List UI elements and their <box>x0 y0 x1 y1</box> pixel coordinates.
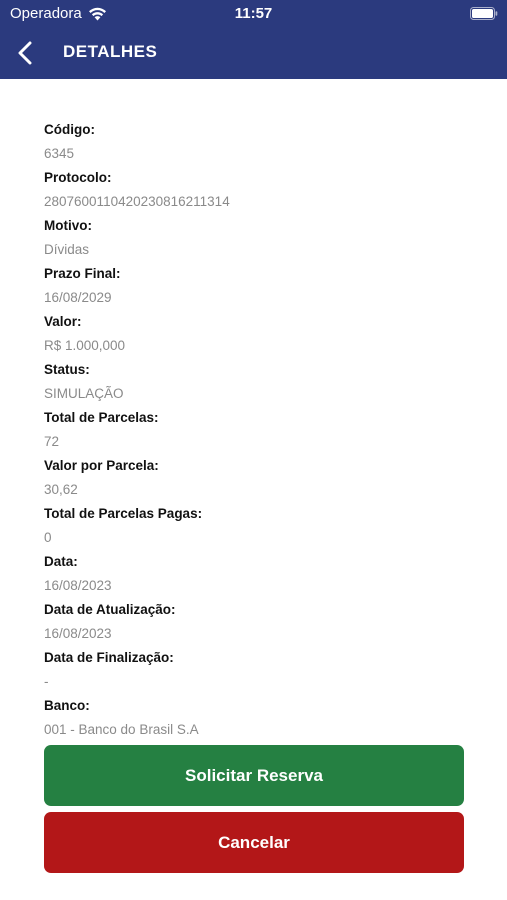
field-parcelas-pagas: Total de Parcelas Pagas: 0 <box>44 502 474 550</box>
field-data-atualizacao: Data de Atualização: 16/08/2023 <box>44 598 474 646</box>
field-value: 28076001104202308162113​14 <box>44 194 230 209</box>
field-banco: Banco: 001 - Banco do Brasil S.A <box>44 694 474 742</box>
cancel-button[interactable]: Cancelar <box>44 812 464 873</box>
request-reservation-button[interactable]: Solicitar Reserva <box>44 745 464 806</box>
field-value: 16/08/2029 <box>44 290 112 305</box>
nav-bar: DETALHES <box>0 28 507 79</box>
field-label: Banco: <box>44 698 90 713</box>
field-value: 001 - Banco do Brasil S.A <box>44 722 199 737</box>
back-button[interactable] <box>8 36 42 70</box>
field-prazo-final: Prazo Final: 16/08/2029 <box>44 262 474 310</box>
field-value: Dívidas <box>44 242 90 257</box>
field-protocolo: Protocolo: 28076001104202308162113​14 <box>44 166 474 214</box>
field-label: Data de Finalização: <box>44 650 174 665</box>
field-label: Valor: <box>44 314 82 329</box>
field-label: Status: <box>44 362 90 377</box>
field-label: Código: <box>44 122 95 137</box>
app-header: Operadora 11:57 DETALHES <box>0 0 507 79</box>
field-value: 30,62 <box>44 482 78 497</box>
field-value: 72 <box>44 434 60 449</box>
field-label: Prazo Final: <box>44 266 121 281</box>
field-value: 16/08/2023 <box>44 626 112 641</box>
field-motivo: Motivo: Dívidas <box>44 214 474 262</box>
field-codigo: Código: 6345 <box>44 118 474 166</box>
field-label: Valor por Parcela: <box>44 458 159 473</box>
field-data: Data: 16/08/2023 <box>44 550 474 598</box>
field-data-finalizacao: Data de Finalização: - <box>44 646 474 694</box>
field-value: R$ 1.000,000 <box>44 338 126 353</box>
field-label: Total de Parcelas: <box>44 410 159 425</box>
field-label: Motivo: <box>44 218 92 233</box>
chevron-left-icon <box>18 41 32 65</box>
field-value: 6345 <box>44 146 75 161</box>
field-value: 0 <box>44 530 52 545</box>
field-total-parcelas: Total de Parcelas: 72 <box>44 406 474 454</box>
field-value: 16/08/2023 <box>44 578 112 593</box>
page-title: DETALHES <box>63 42 158 61</box>
field-label: Data: <box>44 554 78 569</box>
status-bar: Operadora 11:57 <box>0 0 507 28</box>
field-value: SIMULAÇÃO <box>44 386 124 401</box>
details-list: Código: 6345 Protocolo: 2807600110420230… <box>44 118 474 742</box>
battery-icon <box>470 7 498 20</box>
field-valor-parcela: Valor por Parcela: 30,62 <box>44 454 474 502</box>
field-value: - <box>44 674 49 689</box>
field-status: Status: SIMULAÇÃO <box>44 358 474 406</box>
field-label: Total de Parcelas Pagas: <box>44 506 203 521</box>
field-label: Data de Atualização: <box>44 602 176 617</box>
field-valor: Valor: R$ 1.000,000 <box>44 310 474 358</box>
clock: 11:57 <box>234 5 273 22</box>
field-label: Protocolo: <box>44 170 112 185</box>
